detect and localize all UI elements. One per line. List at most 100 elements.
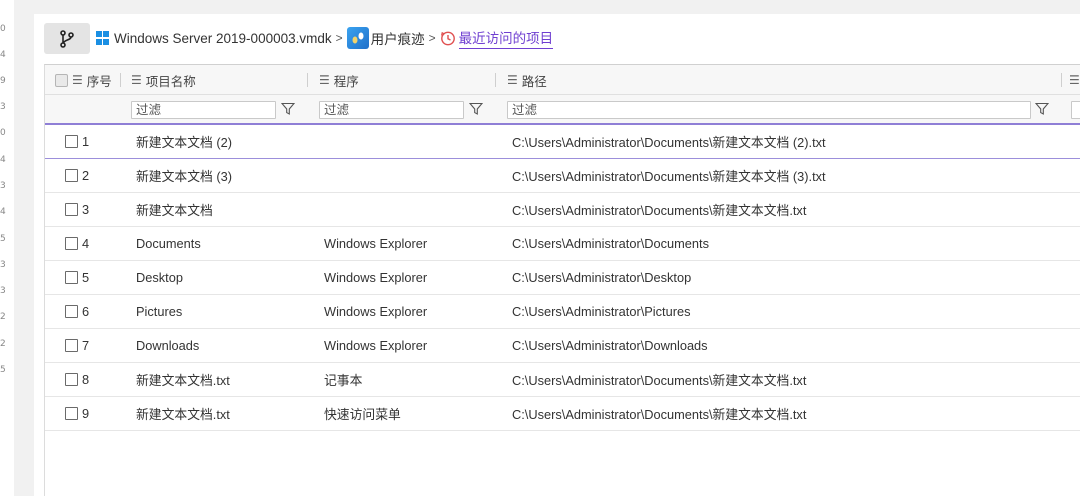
- column-divider[interactable]: [120, 73, 121, 87]
- breadcrumb-source[interactable]: Windows Server 2019-000003.vmdk: [96, 31, 332, 46]
- row-path: C:\Users\Administrator\Pictures: [512, 304, 691, 319]
- table-row[interactable]: 7 Downloads Windows Explorer C:\Users\Ad…: [45, 329, 1080, 363]
- gutter-number: 3: [0, 102, 6, 112]
- row-checkbox[interactable]: [65, 305, 78, 318]
- row-name: Documents: [136, 236, 201, 251]
- row-path: C:\Users\Administrator\Documents\新建文本文档 …: [512, 135, 826, 150]
- column-menu-icon[interactable]: ☰: [319, 73, 330, 87]
- row-index: 1: [65, 125, 89, 158]
- branch-button[interactable]: [44, 23, 90, 54]
- row-index-label: 6: [82, 304, 90, 319]
- column-divider[interactable]: [1061, 73, 1062, 87]
- row-index: 7: [65, 329, 89, 362]
- table-row[interactable]: 1 新建文本文档 (2) C:\Users\Administrator\Docu…: [45, 125, 1080, 159]
- header-path[interactable]: ☰ 路径: [507, 65, 547, 95]
- gutter-number: 4: [0, 207, 6, 217]
- row-name: 新建文本文档.txt: [136, 407, 230, 422]
- row-index: 9: [65, 397, 89, 430]
- row-index-label: 3: [82, 202, 90, 217]
- row-checkbox[interactable]: [65, 373, 78, 386]
- branch-icon: [60, 29, 74, 48]
- row-checkbox[interactable]: [65, 407, 78, 420]
- header-name[interactable]: ☰ 项目名称: [131, 65, 196, 95]
- row-program: 快速访问菜单: [324, 407, 401, 422]
- gutter-number: 5: [0, 365, 6, 375]
- row-index: 6: [65, 295, 89, 328]
- row-path: C:\Users\Administrator\Documents: [512, 236, 709, 251]
- row-program: Windows Explorer: [324, 270, 428, 285]
- row-path: C:\Users\Administrator\Downloads: [512, 338, 708, 353]
- table-row[interactable]: 2 新建文本文档 (3) C:\Users\Administrator\Docu…: [45, 159, 1080, 193]
- breadcrumb-source-label: Windows Server 2019-000003.vmdk: [114, 30, 332, 46]
- table-row[interactable]: 4 Documents Windows Explorer C:\Users\Ad…: [45, 227, 1080, 261]
- row-checkbox[interactable]: [65, 237, 78, 250]
- row-program: Windows Explorer: [324, 338, 428, 353]
- breadcrumb-trace[interactable]: 用户痕迹: [346, 27, 425, 49]
- filter-extra-input[interactable]: [1071, 101, 1080, 119]
- table-row[interactable]: 8 新建文本文档.txt 记事本 C:\Users\Administrator\…: [45, 363, 1080, 397]
- gutter-number: 0: [0, 24, 6, 34]
- table-row[interactable]: 3 新建文本文档 C:\Users\Administrator\Document…: [45, 193, 1080, 227]
- header-program[interactable]: ☰ 程序: [319, 65, 359, 95]
- gutter-number: 9: [0, 76, 6, 86]
- user-trace-icon: [346, 27, 369, 49]
- row-checkbox[interactable]: [65, 271, 78, 284]
- filter-path-input[interactable]: 过滤: [507, 101, 1031, 119]
- row-path: C:\Users\Administrator\Documents\新建文本文档.…: [512, 407, 807, 422]
- column-menu-icon[interactable]: ☰: [507, 73, 518, 87]
- gutter-number: 3: [0, 260, 6, 270]
- table-row[interactable]: 5 Desktop Windows Explorer C:\Users\Admi…: [45, 261, 1080, 295]
- row-index-label: 2: [82, 168, 90, 183]
- row-index-label: 5: [82, 270, 90, 285]
- funnel-icon[interactable]: [1035, 102, 1049, 116]
- history-clock-icon: [440, 31, 455, 46]
- funnel-icon[interactable]: [281, 102, 295, 116]
- row-checkbox[interactable]: [65, 203, 78, 216]
- row-checkbox[interactable]: [65, 339, 78, 352]
- row-path: C:\Users\Administrator\Documents\新建文本文档 …: [512, 169, 826, 184]
- row-index: 3: [65, 193, 89, 226]
- column-menu-icon[interactable]: ☰: [131, 73, 142, 87]
- column-menu-icon[interactable]: ☰: [1069, 73, 1080, 87]
- chevron-right-icon: >: [335, 31, 343, 45]
- windows-logo-icon: [96, 31, 110, 45]
- row-index: 4: [65, 227, 89, 260]
- main-panel: Windows Server 2019-000003.vmdk > 用户痕迹 >: [34, 14, 1080, 496]
- left-gutter: 0 4 9 3 0 4 3 4 5 3 3 2 2 5: [0, 0, 14, 496]
- header-index[interactable]: ☰ 序号: [55, 65, 112, 95]
- row-index-label: 8: [82, 372, 90, 387]
- toolbar: Windows Server 2019-000003.vmdk > 用户痕迹 >: [34, 14, 1080, 64]
- row-index: 8: [65, 363, 89, 396]
- row-program: 记事本: [324, 373, 363, 388]
- table-row[interactable]: 9 新建文本文档.txt 快速访问菜单 C:\Users\Administrat…: [45, 397, 1080, 431]
- gutter-number: 5: [0, 234, 6, 244]
- header-index-label: 序号: [86, 74, 112, 89]
- row-name: 新建文本文档.txt: [136, 373, 230, 388]
- header-extra[interactable]: ☰: [1069, 65, 1080, 95]
- header-program-label: 程序: [333, 74, 359, 89]
- select-all-checkbox[interactable]: [55, 73, 68, 87]
- row-name: 新建文本文档: [136, 203, 213, 218]
- row-path: C:\Users\Administrator\Documents\新建文本文档.…: [512, 203, 807, 218]
- header-path-label: 路径: [521, 74, 547, 89]
- filter-name-input[interactable]: 过滤: [131, 101, 276, 119]
- breadcrumb-trace-label: 用户痕迹: [370, 32, 425, 47]
- row-index-label: 9: [82, 406, 90, 421]
- gutter-number: 2: [0, 312, 6, 322]
- filter-program-input[interactable]: 过滤: [319, 101, 464, 119]
- column-divider[interactable]: [495, 73, 496, 87]
- table-row[interactable]: 6 Pictures Windows Explorer C:\Users\Adm…: [45, 295, 1080, 329]
- column-menu-icon[interactable]: ☰: [72, 73, 83, 87]
- row-index-label: 7: [82, 338, 90, 353]
- breadcrumb-current[interactable]: 最近访问的项目: [440, 27, 554, 49]
- gutter-number: 4: [0, 155, 6, 165]
- row-checkbox[interactable]: [65, 135, 78, 148]
- row-name: 新建文本文档 (2): [136, 135, 232, 150]
- row-name: Desktop: [136, 270, 183, 285]
- funnel-icon[interactable]: [469, 102, 483, 116]
- row-index-label: 4: [82, 236, 90, 251]
- column-divider[interactable]: [307, 73, 308, 87]
- row-name: 新建文本文档 (3): [136, 169, 232, 184]
- row-checkbox[interactable]: [65, 169, 78, 182]
- gutter-number: 0: [0, 128, 6, 138]
